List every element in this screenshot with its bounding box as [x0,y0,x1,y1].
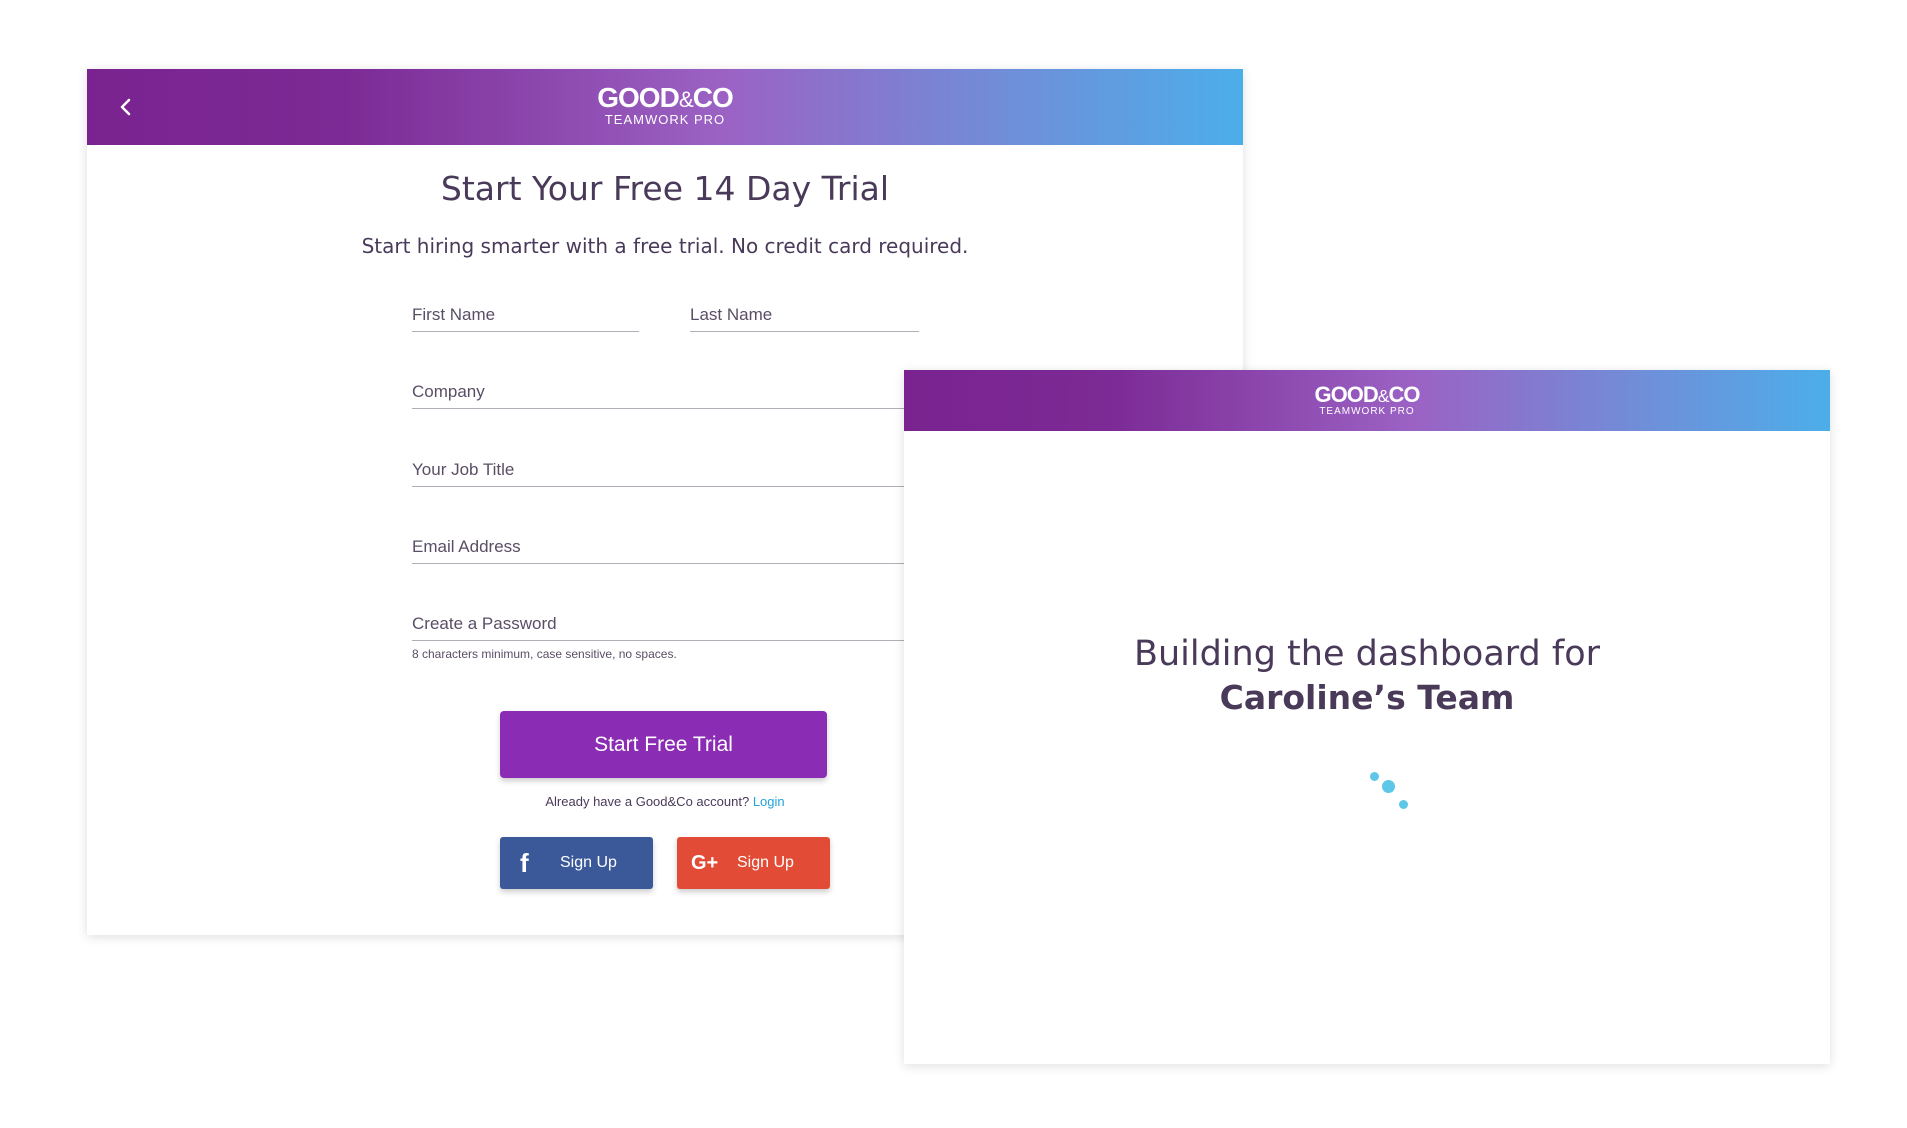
signup-header: GOOD&CO TEAMWORK PRO [87,69,1243,145]
spinner-dot [1370,772,1379,781]
page-title: Start Your Free 14 Day Trial [440,169,890,208]
loading-line: Building the dashboard for [1133,634,1601,674]
spinner-dot [1382,780,1395,793]
google-signup-label: Sign Up [737,854,794,871]
loading-card: GOOD&CO TEAMWORK PRO Building the dashbo… [904,370,1830,1064]
loading-spinner-icon [1370,772,1410,812]
last-name-field [690,305,919,332]
loading-header: GOOD&CO TEAMWORK PRO [904,370,1830,431]
goodco-logo: GOOD&CO TEAMWORK PRO [87,82,1243,127]
google-plus-icon: G+ [691,852,719,874]
logo-wordmark: GOOD&CO [597,82,734,113]
goodco-logo: GOOD&CO TEAMWORK PRO [904,382,1830,418]
logo-wordmark: GOOD&CO [1314,382,1421,407]
facebook-signup-label: Sign Up [560,854,617,871]
facebook-signup-button[interactable]: f Sign Up [500,837,653,889]
spinner-dot [1399,800,1408,809]
loading-message: Building the dashboard for Caroline’s Te… [904,632,1830,720]
start-free-trial-button[interactable]: Start Free Trial [500,711,827,778]
login-prompt-text: Already have a Good&Co account? [545,794,750,809]
logo-subtitle: TEAMWORK PRO [604,112,726,127]
logo-subtitle: TEAMWORK PRO [1319,406,1415,417]
first-name-input[interactable] [412,305,639,331]
page-subtitle: Start hiring smarter with a free trial. … [361,234,969,258]
google-signup-button[interactable]: G+ Sign Up [677,837,830,889]
team-name: Caroline’s Team [1219,678,1515,717]
facebook-icon: f [520,848,529,878]
login-link[interactable]: Login [753,794,785,809]
last-name-input[interactable] [690,305,919,331]
password-hint: 8 characters minimum, case sensitive, no… [412,647,677,661]
first-name-field [412,305,639,332]
